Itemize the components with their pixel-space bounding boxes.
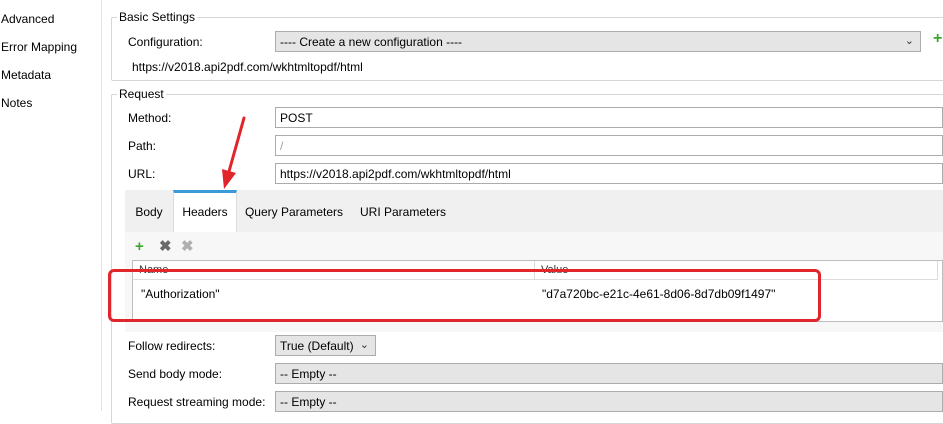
nav-item-advanced[interactable]: Advanced [1,12,54,26]
request-title: Request [117,87,166,101]
tab-body[interactable]: Body [125,190,173,232]
annotation-arrow-icon [222,116,246,189]
follow-redirects-select[interactable]: True (Default) ⌄ [275,335,376,356]
tab-headers[interactable]: Headers [173,190,237,232]
basic-settings-title: Basic Settings [117,10,198,24]
send-body-mode-value: -- Empty -- [280,367,337,381]
configuration-url-preview: https://v2018.api2pdf.com/wkhtmltopdf/ht… [132,60,363,74]
send-body-mode-select[interactable]: -- Empty -- [275,363,943,384]
chevron-down-icon: ⌄ [359,339,369,351]
request-streaming-mode-label: Request streaming mode: [128,395,266,409]
configuration-select-value: ---- Create a new configuration ---- [280,35,463,49]
configuration-label: Configuration: [128,35,203,49]
request-tabbar: Body Headers Query Parameters URI Parame… [125,190,943,232]
follow-redirects-value: True (Default) [280,339,354,353]
send-body-mode-label: Send body mode: [128,367,223,381]
nav-item-metadata[interactable]: Metadata [1,68,51,82]
add-header-icon[interactable]: + [135,238,144,256]
nav-divider [101,0,102,411]
annotation-highlight-box [108,269,821,322]
delete-all-headers-icon[interactable]: ✖ [181,238,194,256]
nav-item-notes[interactable]: Notes [1,96,32,110]
url-label: URL: [128,167,156,181]
method-label: Method: [128,111,172,125]
tab-query-parameters[interactable]: Query Parameters [239,190,349,232]
method-field[interactable]: POST [275,107,943,128]
add-configuration-icon[interactable]: + [933,30,942,48]
configuration-select[interactable]: ---- Create a new configuration ---- ⌄ [275,31,921,52]
follow-redirects-label: Follow redirects: [128,339,216,353]
request-streaming-mode-select[interactable]: -- Empty -- [275,391,943,412]
chevron-down-icon: ⌄ [904,35,914,47]
request-streaming-mode-value: -- Empty -- [280,395,337,409]
tab-uri-parameters[interactable]: URI Parameters [353,190,453,232]
path-label: Path: [128,139,157,153]
path-field[interactable]: / [275,135,943,156]
nav-item-error-mapping[interactable]: Error Mapping [1,40,77,54]
delete-header-icon[interactable]: ✖ [159,238,172,256]
url-field[interactable]: https://v2018.api2pdf.com/wkhtmltopdf/ht… [275,163,943,184]
